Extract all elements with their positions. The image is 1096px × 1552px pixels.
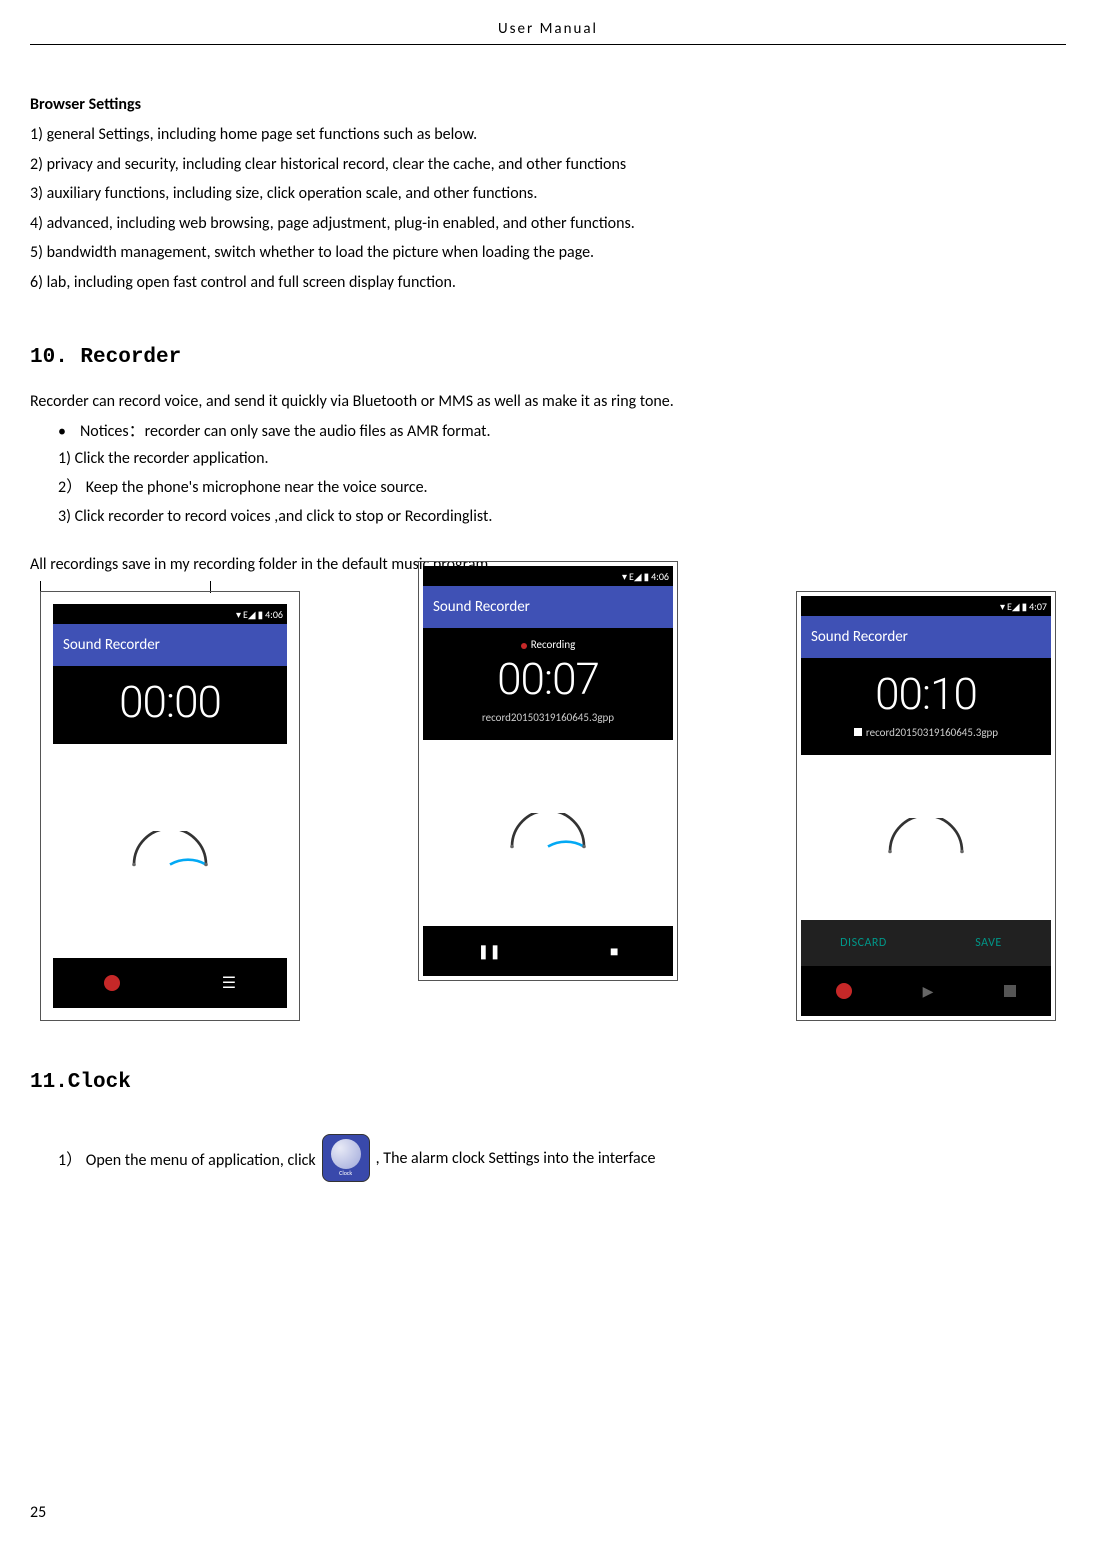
screenshots-row: ▾ E◢ ▮ 4:06 Sound Recorder 00:00 ☰ — [30, 591, 1066, 1021]
timer-display: 00:10 — [801, 668, 1051, 720]
recorder-step-2: 2） Keep the phone's microphone near the … — [58, 474, 1066, 503]
timer-display: 00:07 — [423, 653, 673, 705]
screenshot-3: ▾ E◢ ▮ 4:07 Sound Recorder 00:10 record2… — [796, 591, 1056, 1021]
phone-screen-3: ▾ E◢ ▮ 4:07 Sound Recorder 00:10 record2… — [801, 596, 1051, 1016]
browser-item-3: 3) auxiliary functions, including size, … — [30, 181, 1066, 207]
filename-label: record20150319160645.3gpp — [423, 705, 673, 724]
record-button[interactable] — [104, 975, 120, 991]
vu-meter-icon — [503, 813, 593, 853]
bottom-controls: ☰ — [53, 958, 287, 1008]
record-button[interactable] — [836, 983, 852, 999]
page-header: User Manual — [30, 20, 1066, 45]
recorder-intro: Recorder can record voice, and send it q… — [30, 389, 1066, 415]
page-number: 25 — [30, 1503, 46, 1522]
recorder-step-3: 3) Click recorder to record voices ,and … — [58, 503, 1066, 532]
browser-item-4: 4) advanced, including web browsing, pag… — [30, 211, 1066, 237]
timer-area: Recording 00:07 record20150319160645.3gp… — [423, 628, 673, 740]
wifi-icon: ▾ — [1000, 600, 1005, 613]
recorder-step-1: 1) Click the recorder application. — [58, 445, 1066, 474]
bottom-controls: ❚❚ ■ — [423, 926, 673, 976]
clock-time: 4:07 — [1029, 600, 1047, 613]
screenshot-1: ▾ E◢ ▮ 4:06 Sound Recorder 00:00 ☰ — [40, 591, 300, 1021]
recording-label: Recording — [423, 638, 673, 653]
stop-button[interactable]: ■ — [610, 943, 618, 960]
save-button[interactable]: SAVE — [926, 920, 1051, 966]
clock-instruction: 1） Open the menu of application, click C… — [58, 1134, 1066, 1182]
battery-icon: ▮ — [644, 570, 650, 583]
signal-icon: E◢ — [243, 608, 256, 621]
clock-text-suffix: , The alarm clock Settings into the inte… — [376, 1149, 656, 1168]
pause-button[interactable]: ❚❚ — [478, 943, 501, 960]
battery-icon: ▮ — [1022, 600, 1028, 613]
timer-area: 00:00 — [53, 666, 287, 744]
browser-title: Browser Settings — [30, 95, 1066, 114]
vu-meter-area — [53, 744, 287, 958]
timer-area: 00:10 record20150319160645.3gpp — [801, 658, 1051, 755]
discard-button[interactable]: DISCARD — [801, 920, 926, 966]
browser-item-1: 1) general Settings, including home page… — [30, 122, 1066, 148]
screenshot-2: ▾ E◢ ▮ 4:06 Sound Recorder Recording 00:… — [418, 561, 678, 981]
wifi-icon: ▾ — [622, 570, 627, 583]
file-icon — [854, 728, 862, 736]
signal-icon: E◢ — [629, 570, 642, 583]
vu-meter-area — [801, 755, 1051, 920]
app-title: Sound Recorder — [423, 586, 673, 628]
clock-face-icon — [331, 1139, 361, 1169]
status-bar: ▾ E◢ ▮ 4:06 — [423, 566, 673, 586]
wifi-icon: ▾ — [236, 608, 241, 621]
phone-screen-1: ▾ E◢ ▮ 4:06 Sound Recorder 00:00 ☰ — [53, 604, 287, 1008]
clock-time: 4:06 — [265, 608, 283, 621]
status-bar: ▾ E◢ ▮ 4:07 — [801, 596, 1051, 616]
browser-item-5: 5) bandwidth management, switch whether … — [30, 240, 1066, 266]
clock-icon-label: Clock — [339, 1169, 352, 1177]
clock-heading: 11.Clock — [30, 1071, 1066, 1094]
list-button[interactable]: ☰ — [222, 973, 236, 993]
app-title: Sound Recorder — [801, 616, 1051, 658]
phone-screen-2: ▾ E◢ ▮ 4:06 Sound Recorder Recording 00:… — [423, 566, 673, 976]
clock-text-prefix: 1） Open the menu of application, click — [58, 1146, 316, 1170]
bottom-controls: ▶ — [801, 966, 1051, 1016]
vu-meter-area — [423, 740, 673, 926]
clock-time: 4:06 — [651, 570, 669, 583]
vu-meter-icon — [881, 818, 971, 858]
discard-save-bar: DISCARD SAVE — [801, 920, 1051, 966]
timer-display: 00:00 — [53, 676, 287, 728]
play-button[interactable]: ▶ — [923, 983, 934, 1000]
vu-meter-icon — [125, 831, 215, 871]
signal-icon: E◢ — [1007, 600, 1020, 613]
browser-settings-section: Browser Settings 1) general Settings, in… — [30, 95, 1066, 296]
app-title: Sound Recorder — [53, 624, 287, 666]
battery-icon: ▮ — [258, 608, 264, 621]
clock-app-icon[interactable]: Clock — [322, 1134, 370, 1182]
browser-item-6: 6) lab, including open fast control and … — [30, 270, 1066, 296]
browser-item-2: 2) privacy and security, including clear… — [30, 152, 1066, 178]
recorder-notice: Notices：recorder can only save the audio… — [78, 418, 1066, 445]
filename-label: record20150319160645.3gpp — [801, 720, 1051, 739]
status-bar: ▾ E◢ ▮ 4:06 — [53, 604, 287, 624]
recorder-heading: 10. Recorder — [30, 346, 1066, 369]
clock-section: 11.Clock 1） Open the menu of application… — [30, 1071, 1066, 1182]
stop-button-disabled — [1004, 985, 1016, 997]
record-indicator-icon — [521, 643, 527, 649]
